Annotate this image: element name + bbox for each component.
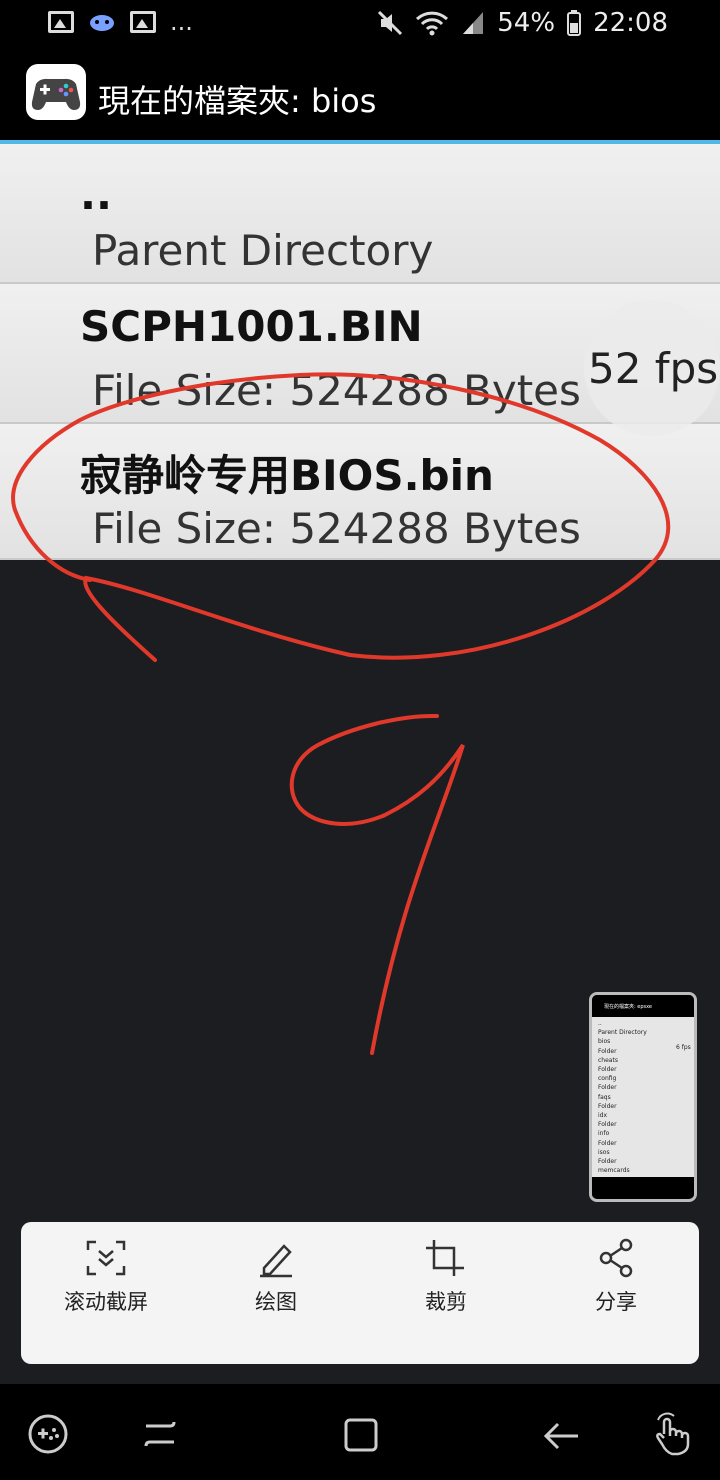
thumbnail-entry: Folder — [598, 1139, 617, 1147]
signal-icon — [463, 12, 484, 34]
thumbnail-entry: Folder — [598, 1066, 617, 1074]
thumbnail-entry: faqs — [598, 1093, 611, 1101]
file-detail: Parent Directory — [92, 226, 434, 275]
thumbnail-entry: Parent Directory — [598, 1029, 647, 1037]
thumbnail-title: 現在的檔案夾: epsxe — [592, 995, 694, 1017]
app-bar: 現在的檔案夾: bios — [0, 48, 720, 140]
thumbnail-entry: cheats — [598, 1056, 618, 1064]
battery-percent: 54% — [497, 8, 556, 38]
thumbnail-fps: 6 fps — [676, 1044, 691, 1051]
clock: 22:08 — [593, 8, 668, 38]
image-notification-icon-2 — [130, 11, 156, 33]
navigation-bar — [0, 1384, 720, 1480]
scroll-capture-label: 滚动截屏 — [64, 1290, 148, 1314]
thumbnail-entry: config — [598, 1075, 617, 1083]
thumbnail-entry: bios — [598, 1038, 611, 1046]
battery-icon — [567, 10, 582, 36]
draw-label: 绘图 — [255, 1290, 297, 1314]
thumbnail-entry: isos — [598, 1148, 610, 1156]
share-icon — [599, 1238, 633, 1278]
game-notification-icon — [90, 15, 114, 31]
crop-icon — [426, 1240, 464, 1276]
file-row-silent-hill-bios[interactable]: 寂静岭专用BIOS.bin File Size: 524288 Bytes — [0, 424, 720, 560]
file-detail: File Size: 524288 Bytes — [92, 504, 581, 553]
thumbnail-entry: Folder — [598, 1121, 617, 1129]
mute-icon — [378, 10, 403, 36]
thumbnail-entry: info — [598, 1130, 610, 1138]
pen-icon — [260, 1244, 292, 1278]
more-notifications: ... — [170, 8, 193, 36]
share-button[interactable]: 分享 — [531, 1238, 701, 1316]
file-name: SCPH1001.BIN — [80, 302, 423, 351]
home-icon[interactable] — [340, 1412, 384, 1456]
gamepad-icon[interactable] — [26, 64, 86, 120]
crop-label: 裁剪 — [425, 1290, 467, 1314]
file-name: .. — [80, 170, 112, 219]
gamepad-nav-icon[interactable] — [26, 1412, 70, 1456]
file-row-parent[interactable]: .. Parent Directory — [0, 144, 720, 284]
thumbnail-entry: Folder — [598, 1084, 617, 1092]
thumbnail-entry: Folder — [598, 1158, 617, 1166]
image-notification-icon — [48, 11, 74, 33]
touch-icon[interactable] — [650, 1412, 694, 1456]
thumbnail-navbar — [592, 1177, 694, 1197]
status-bar: ... 54% 22:08 — [0, 0, 720, 48]
scroll-capture-icon — [86, 1240, 126, 1276]
screenshot-toolbar: 滚动截屏 绘图 裁剪 分享 — [21, 1222, 699, 1364]
scroll-capture-button[interactable]: 滚动截屏 — [21, 1238, 191, 1316]
file-detail: File Size: 524288 Bytes — [92, 366, 581, 415]
fps-overlay: 52 fps — [584, 300, 720, 436]
crop-button[interactable]: 裁剪 — [361, 1238, 531, 1316]
page-title: 現在的檔案夾: bios — [98, 82, 377, 120]
thumbnail-entry: .. — [598, 1020, 602, 1027]
recents-icon[interactable] — [138, 1412, 182, 1456]
fps-label: 52 fps — [588, 344, 719, 393]
draw-button[interactable]: 绘图 — [191, 1238, 361, 1316]
thumbnail-list: .. Parent Directory bios Folder cheats F… — [592, 1017, 694, 1177]
wifi-icon — [416, 11, 449, 36]
thumbnail-entry: memcards — [598, 1167, 630, 1175]
thumbnail-entry: Folder — [598, 1102, 617, 1110]
thumbnail-entry: Folder — [598, 1047, 617, 1055]
share-label: 分享 — [595, 1290, 637, 1314]
back-icon[interactable] — [540, 1412, 584, 1456]
screenshot-thumbnail[interactable]: 現在的檔案夾: epsxe .. Parent Directory bios F… — [589, 992, 697, 1202]
thumbnail-entry: idx — [598, 1112, 608, 1120]
file-name: 寂静岭专用BIOS.bin — [80, 451, 494, 500]
